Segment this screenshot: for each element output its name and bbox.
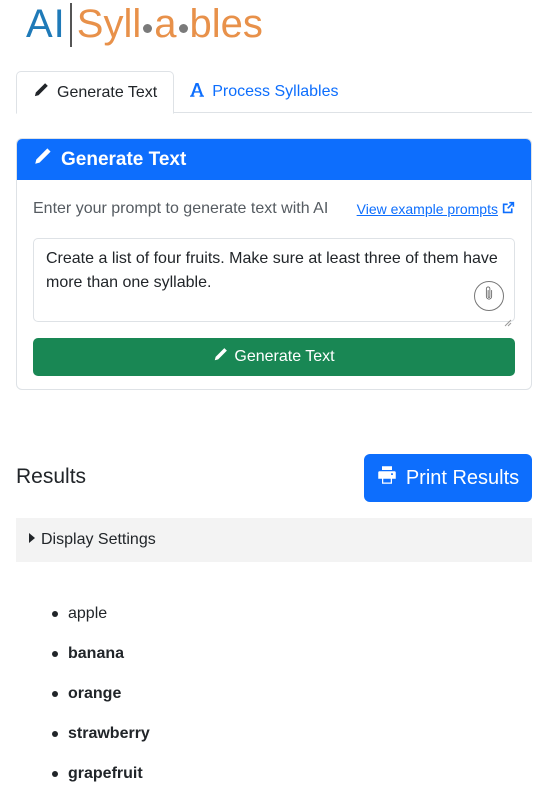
card-header-title: Generate Text bbox=[61, 148, 187, 170]
pencil-icon bbox=[33, 147, 52, 172]
app-logo: AI Syll a bles bbox=[26, 0, 263, 50]
list-item-text: banana bbox=[68, 645, 125, 662]
prompt-textarea[interactable]: Create a list of four fruits. Make sure … bbox=[33, 238, 515, 327]
list-item-text: orange bbox=[68, 685, 122, 702]
example-prompts-link-text: View example prompts bbox=[356, 201, 498, 217]
tab-label: Generate Text bbox=[57, 83, 158, 101]
list-item: banana bbox=[16, 634, 150, 674]
display-settings-toggle[interactable]: Display Settings bbox=[16, 518, 532, 562]
tab-process-syllables[interactable]: Process Syllables bbox=[174, 71, 354, 113]
generate-text-card: Generate Text Enter your prompt to gener… bbox=[16, 138, 532, 390]
tab-label: Process Syllables bbox=[212, 83, 339, 100]
pencil-icon bbox=[33, 82, 49, 103]
list-item-text: grapefruit bbox=[68, 765, 143, 782]
results-list: apple banana orange strawberry grapefrui… bbox=[16, 594, 150, 794]
logo-part-2: a bbox=[154, 2, 177, 46]
card-header: Generate Text bbox=[17, 139, 531, 180]
tab-generate-text[interactable]: Generate Text bbox=[16, 71, 175, 114]
card-body: Enter your prompt to generate text with … bbox=[17, 180, 531, 376]
resize-handle[interactable] bbox=[504, 311, 512, 327]
list-item-text: strawberry bbox=[68, 725, 150, 742]
prompt-row: Enter your prompt to generate text with … bbox=[33, 180, 515, 238]
list-item: strawberry bbox=[16, 714, 150, 754]
attach-file-button[interactable] bbox=[474, 281, 504, 311]
list-item: apple bbox=[16, 594, 150, 634]
printer-icon bbox=[377, 465, 397, 491]
generate-text-button[interactable]: Generate Text bbox=[33, 338, 515, 376]
tab-bar: Generate Text Process Syllables bbox=[16, 71, 532, 114]
logo-divider bbox=[69, 3, 72, 47]
logo-dot bbox=[178, 23, 188, 33]
list-item: orange bbox=[16, 674, 150, 714]
caret-right-icon bbox=[28, 531, 36, 549]
pencil-icon bbox=[213, 347, 228, 367]
paperclip-icon bbox=[482, 284, 496, 308]
list-item: grapefruit bbox=[16, 754, 150, 794]
font-a-icon bbox=[190, 82, 205, 102]
logo-part-1: Syll bbox=[76, 2, 142, 46]
results-heading: Results bbox=[16, 465, 87, 488]
list-item-text: apple bbox=[68, 605, 108, 622]
generate-button-label: Generate Text bbox=[234, 348, 335, 365]
logo-syllables-text: Syll a bles bbox=[77, 0, 263, 48]
logo-dot bbox=[143, 23, 153, 33]
print-results-button[interactable]: Print Results bbox=[364, 454, 532, 502]
logo-part-3: bles bbox=[189, 2, 263, 46]
prompt-text: Create a list of four fruits. Make sure … bbox=[46, 250, 498, 291]
example-prompts-link[interactable]: View example prompts bbox=[357, 201, 515, 217]
logo-ai-text: AI bbox=[26, 2, 66, 46]
display-settings-label: Display Settings bbox=[41, 531, 156, 548]
prompt-label: Enter your prompt to generate text with … bbox=[33, 200, 329, 217]
print-button-label: Print Results bbox=[405, 466, 520, 489]
external-link-icon bbox=[502, 201, 515, 217]
